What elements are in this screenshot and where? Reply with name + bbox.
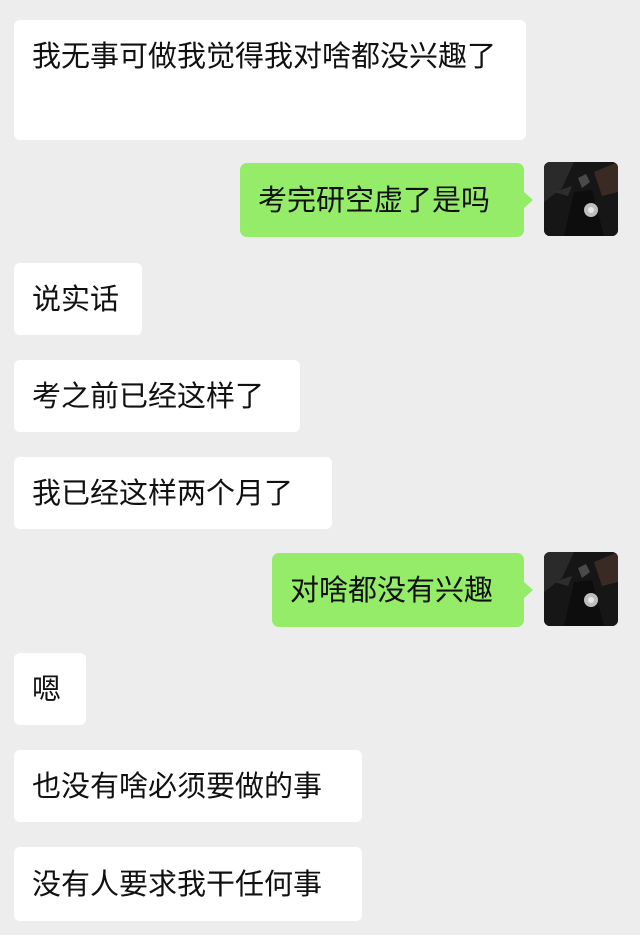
message-text: 我已经这样两个月了 (32, 476, 294, 510)
outgoing-message-bubble[interactable]: 考完研空虚了是吗 (240, 163, 524, 237)
message-text: 说实话 (32, 282, 120, 316)
incoming-message-bubble[interactable]: 也没有啥必须要做的事 (14, 750, 362, 822)
message-text: 考之前已经这样了 (32, 379, 265, 413)
incoming-message-bubble[interactable]: 我无事可做我觉得我对啥都没兴趣了 (14, 20, 526, 140)
message-text: 对啥都没有兴趣 (290, 573, 494, 607)
avatar-photo-icon (544, 162, 618, 236)
outgoing-message-bubble[interactable]: 对啥都没有兴趣 (272, 553, 524, 627)
user-avatar[interactable] (544, 552, 618, 626)
message-text: 嗯 (32, 672, 62, 706)
incoming-message-bubble[interactable]: 嗯 (14, 653, 86, 725)
message-text: 也没有啥必须要做的事 (32, 769, 323, 803)
avatar-photo-icon (544, 552, 618, 626)
user-avatar[interactable] (544, 162, 618, 236)
incoming-message-bubble[interactable]: 我已经这样两个月了 (14, 457, 332, 529)
chat-conversation: 我无事可做我觉得我对啥都没兴趣了 考完研空虚了是吗 说实话 考之前已经这样了 我… (0, 0, 640, 935)
message-text: 没有人要求我干任何事 (32, 867, 323, 901)
message-text: 我无事可做我觉得我对啥都没兴趣了 (32, 39, 497, 73)
incoming-message-bubble[interactable]: 说实话 (14, 263, 142, 335)
incoming-message-bubble[interactable]: 考之前已经这样了 (14, 360, 300, 432)
message-text: 考完研空虚了是吗 (258, 183, 491, 217)
incoming-message-bubble[interactable]: 没有人要求我干任何事 (14, 847, 362, 921)
